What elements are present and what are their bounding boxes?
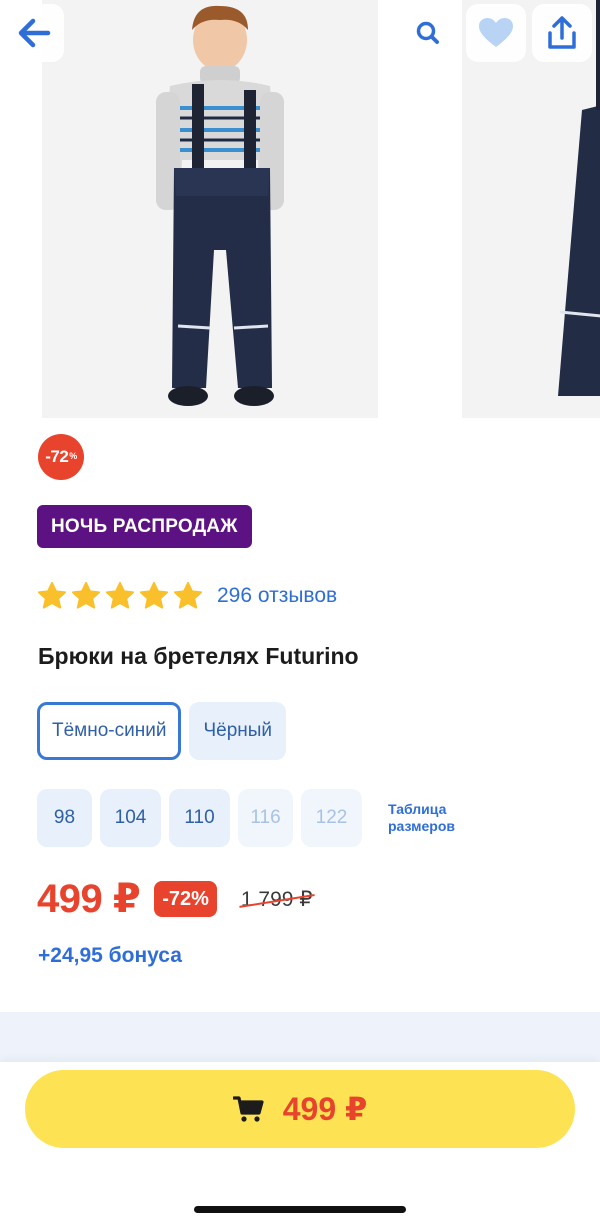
product-title: Брюки на бретелях Futurino [38, 643, 359, 669]
add-to-cart-button[interactable]: 499 ₽ [25, 1070, 575, 1148]
price-old: 1 799 ₽ [240, 887, 313, 911]
product-gallery[interactable] [0, 0, 600, 420]
rating[interactable]: 296 отзывов [37, 576, 337, 616]
star-icon [71, 581, 101, 609]
size-option-110[interactable]: 110 [169, 789, 230, 847]
promo-badge[interactable]: НОЧЬ РАСПРОДАЖ [37, 505, 252, 548]
product-photo-image [42, 0, 378, 418]
size-option-116[interactable]: 116 [238, 789, 293, 847]
color-option-black[interactable]: Чёрный [189, 702, 287, 760]
product-photo[interactable] [42, 0, 378, 418]
favorite-button[interactable] [466, 4, 526, 62]
discount-badge-unit: % [69, 451, 77, 461]
star-icon [173, 581, 203, 609]
bonus-text: +24,95 бонуса [38, 944, 182, 967]
arrow-left-icon [18, 18, 51, 48]
search-button[interactable] [398, 4, 458, 62]
size-option-98[interactable]: 98 [37, 789, 92, 847]
share-button[interactable] [532, 4, 592, 62]
star-icon [37, 581, 67, 609]
size-selector: 98 104 110 116 122 Таблица размеров [37, 789, 478, 847]
next-product-photo[interactable] [462, 0, 600, 418]
color-option-dark-blue[interactable]: Тёмно-синий [37, 702, 182, 760]
cart-icon [232, 1096, 264, 1122]
section-divider [0, 1012, 600, 1062]
star-icon [105, 581, 135, 609]
search-icon [416, 21, 439, 44]
size-table-link[interactable]: Таблица размеров [388, 801, 478, 835]
price-discount-badge: -72% [154, 881, 217, 917]
cart-price: 499 ₽ [282, 1091, 368, 1127]
share-icon [548, 16, 576, 49]
discount-badge-value: -72 [45, 447, 69, 466]
color-selector: Тёмно-синий Чёрный [37, 702, 287, 760]
size-option-122[interactable]: 122 [301, 789, 362, 847]
discount-badge: -72% [38, 434, 84, 480]
home-indicator [194, 1206, 406, 1213]
price-current: 499 ₽ [37, 877, 141, 921]
back-button[interactable] [4, 4, 64, 62]
next-photo-image [462, 0, 600, 418]
size-option-104[interactable]: 104 [100, 789, 161, 847]
rating-stars [37, 581, 203, 611]
price-row: 499 ₽ -72% 1 799 ₽ [37, 876, 313, 922]
reviews-link[interactable]: 296 отзывов [217, 584, 337, 608]
bottom-bar: 499 ₽ [0, 1062, 600, 1224]
heart-icon [479, 18, 513, 47]
star-icon [139, 581, 169, 609]
